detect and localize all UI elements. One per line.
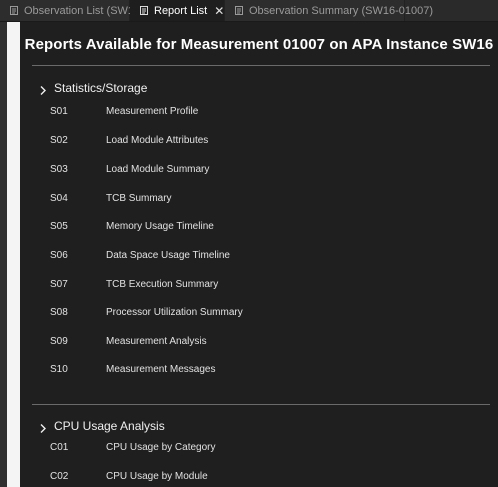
- report-row-s01[interactable]: S01 Measurement Profile: [50, 106, 198, 117]
- report-name: Load Module Attributes: [106, 135, 209, 146]
- report-row-s10[interactable]: S10 Measurement Messages: [50, 364, 216, 375]
- tab-label: Report List: [154, 4, 208, 17]
- report-row-s06[interactable]: S06 Data Space Usage Timeline: [50, 250, 230, 261]
- report-row-s05[interactable]: S05 Memory Usage Timeline: [50, 221, 214, 232]
- editor-tab-bar: Observation List (SW16) Report List ✕ Ob…: [0, 0, 498, 22]
- document-icon: [10, 6, 18, 15]
- section-header-cpu-usage-analysis[interactable]: CPU Usage Analysis: [40, 419, 165, 433]
- tab-report-list[interactable]: Report List ✕: [130, 0, 225, 21]
- report-code: S06: [50, 250, 68, 261]
- report-name: Processor Utilization Summary: [106, 307, 243, 318]
- report-code: S10: [50, 364, 68, 375]
- tab-label: Observation Summary (SW16-01007): [249, 4, 434, 17]
- report-name: Measurement Messages: [106, 364, 216, 375]
- report-row-c01[interactable]: C01 CPU Usage by Category: [50, 442, 216, 453]
- report-code: S04: [50, 193, 68, 204]
- report-name: Measurement Profile: [106, 106, 199, 117]
- tab-observation-summary[interactable]: Observation Summary (SW16-01007): [225, 0, 433, 21]
- report-list-panel: Reports Available for Measurement 01007 …: [20, 22, 498, 487]
- document-icon: [140, 6, 148, 15]
- title-divider: [32, 65, 490, 66]
- report-name: CPU Usage by Module: [106, 471, 208, 482]
- report-code: S07: [50, 279, 68, 290]
- report-code: S01: [50, 106, 68, 117]
- report-code: S02: [50, 135, 68, 146]
- report-row-s09[interactable]: S09 Measurement Analysis: [50, 336, 207, 347]
- report-code: C02: [50, 471, 69, 482]
- section-header-statistics-storage[interactable]: Statistics/Storage: [40, 81, 147, 95]
- tab-label: Observation List (SW16): [24, 4, 144, 17]
- report-code: S08: [50, 307, 68, 318]
- report-name: Load Module Summary: [106, 164, 210, 175]
- section-title: CPU Usage Analysis: [54, 419, 165, 433]
- section-divider: [32, 404, 490, 405]
- report-code: S09: [50, 336, 68, 347]
- left-panel-bar: [7, 22, 20, 487]
- report-row-s02[interactable]: S02 Load Module Attributes: [50, 135, 208, 146]
- document-icon: [235, 6, 243, 15]
- tab-observation-list[interactable]: Observation List (SW16): [0, 0, 144, 21]
- report-row-s04[interactable]: S04 TCB Summary: [50, 193, 172, 204]
- report-name: Measurement Analysis: [106, 336, 207, 347]
- report-row-s03[interactable]: S03 Load Module Summary: [50, 164, 209, 175]
- report-row-c02[interactable]: C02 CPU Usage by Module: [50, 471, 208, 482]
- close-icon[interactable]: ✕: [214, 5, 224, 17]
- left-gutter: [0, 22, 7, 487]
- chevron-right-icon: [40, 84, 46, 95]
- report-name: Memory Usage Timeline: [106, 221, 214, 232]
- chevron-right-icon: [40, 422, 46, 433]
- report-row-s07[interactable]: S07 TCB Execution Summary: [50, 279, 218, 290]
- report-code: C01: [50, 442, 69, 453]
- report-name: Data Space Usage Timeline: [106, 250, 230, 261]
- report-code: S05: [50, 221, 68, 232]
- report-row-s08[interactable]: S08 Processor Utilization Summary: [50, 307, 243, 318]
- report-name: TCB Execution Summary: [106, 279, 219, 290]
- section-title: Statistics/Storage: [54, 81, 148, 95]
- page-title: Reports Available for Measurement 01007 …: [24, 36, 494, 53]
- report-name: CPU Usage by Category: [106, 442, 216, 453]
- report-code: S03: [50, 164, 68, 175]
- report-name: TCB Summary: [106, 193, 172, 204]
